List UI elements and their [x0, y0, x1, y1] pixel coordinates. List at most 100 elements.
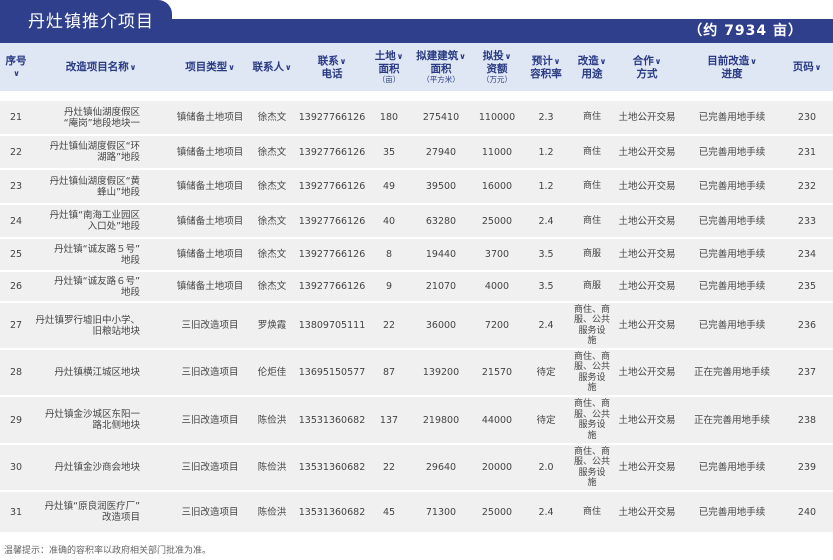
cell-contact: 徐杰文 [257, 146, 287, 158]
cell-type: 镇储备土地项目 [176, 215, 244, 227]
cell-invest: 20000 [481, 462, 513, 473]
cell-build: 29640 [425, 462, 457, 473]
table-row: 25 丹灶镇“诚友路５号” 地段 镇储备土地项目 徐杰文 13927766126 8 194… [0, 239, 833, 270]
cell-use: 商服 [582, 281, 601, 292]
column-header-label: 联系∨ [317, 54, 347, 67]
column-header-label: 联系人∨ [252, 60, 292, 73]
table-header: 序号∨ 改造项目名称∨ 项目类型∨ 联系人∨ 联系∨ 电话 土地∨ 面积 （亩） 拟建建筑∨ 面积（… [0, 43, 833, 91]
page-title: 丹灶镇推介项目 [28, 11, 154, 32]
cell-contact: 徐杰文 [257, 215, 287, 227]
cell-invest: 110000 [478, 112, 516, 123]
cell-invest: 25000 [481, 215, 513, 227]
cell-seq: 26 [9, 281, 23, 292]
cell-phone: 13531360682 [298, 462, 366, 473]
column-header-label: 容积率 [530, 67, 562, 80]
cell-page: 230 [797, 112, 817, 123]
cell-land: 87 [382, 367, 396, 378]
cell-invest: 7200 [484, 320, 510, 331]
chevron-down-icon: ∨ [750, 56, 757, 66]
cell-coop: 土地公开交易 [618, 367, 676, 378]
table-row: 26 丹灶镇“诚友路６号” 地段 镇储备土地项目 徐杰文 13927766126 9 210… [0, 272, 833, 301]
cell-progress: 已完善用地手续 [698, 320, 766, 331]
column-header-use[interactable]: 改造∨ 用途 [568, 43, 616, 91]
cell-build: 219800 [422, 414, 460, 426]
cell-far: 1.2 [538, 181, 554, 192]
cell-seq: 23 [9, 181, 23, 192]
cell-page: 238 [797, 414, 817, 426]
cell-land: 8 [385, 249, 393, 260]
cell-far: 2.0 [538, 462, 554, 473]
column-header-land[interactable]: 土地∨ 面积 （亩） [370, 43, 408, 91]
cell-page: 235 [797, 281, 817, 292]
cell-phone: 13927766126 [298, 281, 366, 292]
chevron-down-icon: ∨ [814, 62, 822, 72]
cell-invest: 21570 [481, 367, 513, 378]
cell-progress: 已完善用地手续 [698, 281, 766, 292]
cell-name: 丹灶镇金沙商会地块 [54, 462, 140, 473]
chevron-down-icon: ∨ [459, 52, 466, 61]
cell-contact: 罗焕霞 [257, 320, 287, 331]
cell-contact: 徐杰文 [257, 281, 287, 292]
column-header-build[interactable]: 拟建建筑∨ 面积 （平方米） [410, 43, 472, 91]
column-header-label: 资额 [486, 63, 508, 75]
column-header-progress[interactable]: 目前改造∨ 进度 [680, 43, 784, 91]
column-header-far[interactable]: 预计∨ 容积率 [524, 43, 568, 91]
cell-build: 63280 [425, 215, 457, 227]
column-header-seq[interactable]: 序号∨ [2, 43, 30, 91]
cell-progress: 已完善用地手续 [698, 146, 766, 158]
column-header-name[interactable]: 改造项目名称∨ [30, 43, 172, 91]
cell-seq: 27 [9, 320, 23, 331]
column-header-label: 合作∨ [632, 54, 662, 67]
chevron-down-icon: ∨ [599, 56, 607, 66]
cell-progress: 已完善用地手续 [698, 506, 766, 518]
cell-use: 商住 [582, 215, 601, 226]
title-tab: 丹灶镇推介项目 [0, 0, 172, 38]
cell-type: 三旧改造项目 [181, 367, 239, 378]
cell-far: 待定 [536, 367, 556, 378]
cell-type: 三旧改造项目 [181, 414, 239, 426]
cell-invest: 4000 [484, 281, 510, 292]
column-header-label: 序号∨ [5, 54, 27, 78]
cell-land: 49 [382, 181, 396, 192]
cell-build: 27940 [425, 146, 457, 158]
cell-use: 商住 [582, 181, 601, 192]
cell-name: 丹灶镇横江城区地块 [54, 367, 140, 378]
cell-build: 139200 [422, 367, 460, 378]
cell-progress: 已完善用地手续 [698, 249, 766, 260]
column-header-coop[interactable]: 合作∨ 方式 [616, 43, 678, 91]
cell-phone: 13927766126 [298, 215, 366, 227]
cell-coop: 土地公开交易 [618, 506, 676, 518]
cell-seq: 25 [9, 249, 23, 260]
table-row: 27 丹灶镇罗行墟旧中小学、 旧粮站地块 三旧改造项目 罗焕霞 13809705111 2… [0, 303, 833, 348]
cell-type: 镇储备土地项目 [176, 249, 244, 260]
cell-coop: 土地公开交易 [618, 281, 676, 292]
table-row: 31 丹灶镇“原良润医疗厂” 改造项目 三旧改造项目 陈俭洪 13531360682 45… [0, 492, 833, 532]
chevron-down-icon: ∨ [504, 52, 512, 61]
cell-build: 21070 [425, 281, 457, 292]
cell-contact: 陈俭洪 [257, 414, 287, 426]
cell-seq: 29 [9, 414, 23, 426]
cell-contact: 徐杰文 [257, 249, 287, 260]
cell-invest: 44000 [481, 414, 513, 426]
table-row: 23 丹灶镇仙湖度假区“黄 蜂山”地段 镇储备土地项目 徐杰文 13927766126 4… [0, 170, 833, 203]
column-header-invest[interactable]: 拟投∨ 资额 （万元） [474, 43, 520, 91]
cell-far: 2.4 [538, 320, 554, 331]
chevron-down-icon: ∨ [396, 52, 404, 61]
column-header-contact[interactable]: 联系人∨ [248, 43, 296, 91]
cell-type: 镇储备土地项目 [176, 181, 244, 192]
cell-contact: 徐杰文 [257, 112, 287, 123]
column-header-label: 拟建建筑∨ [416, 50, 466, 62]
cell-coop: 土地公开交易 [618, 215, 676, 227]
column-header-page[interactable]: 页码∨ [785, 43, 829, 91]
cell-coop: 土地公开交易 [618, 414, 676, 426]
column-header-label: 面积 [430, 63, 452, 75]
cell-name: 丹灶镇“南海工业园区 入口处”地段 [49, 210, 140, 232]
cell-page: 233 [797, 215, 817, 227]
column-header-label: 方式 [636, 67, 658, 80]
cell-name: 丹灶镇“原良润医疗厂” 改造项目 [44, 501, 140, 523]
cell-use: 商住 [582, 112, 601, 123]
column-header-type[interactable]: 项目类型∨ [172, 43, 248, 91]
column-header-phone[interactable]: 联系∨ 电话 [296, 43, 368, 91]
chevron-down-icon: ∨ [553, 56, 561, 66]
chevron-down-icon: ∨ [228, 62, 235, 72]
